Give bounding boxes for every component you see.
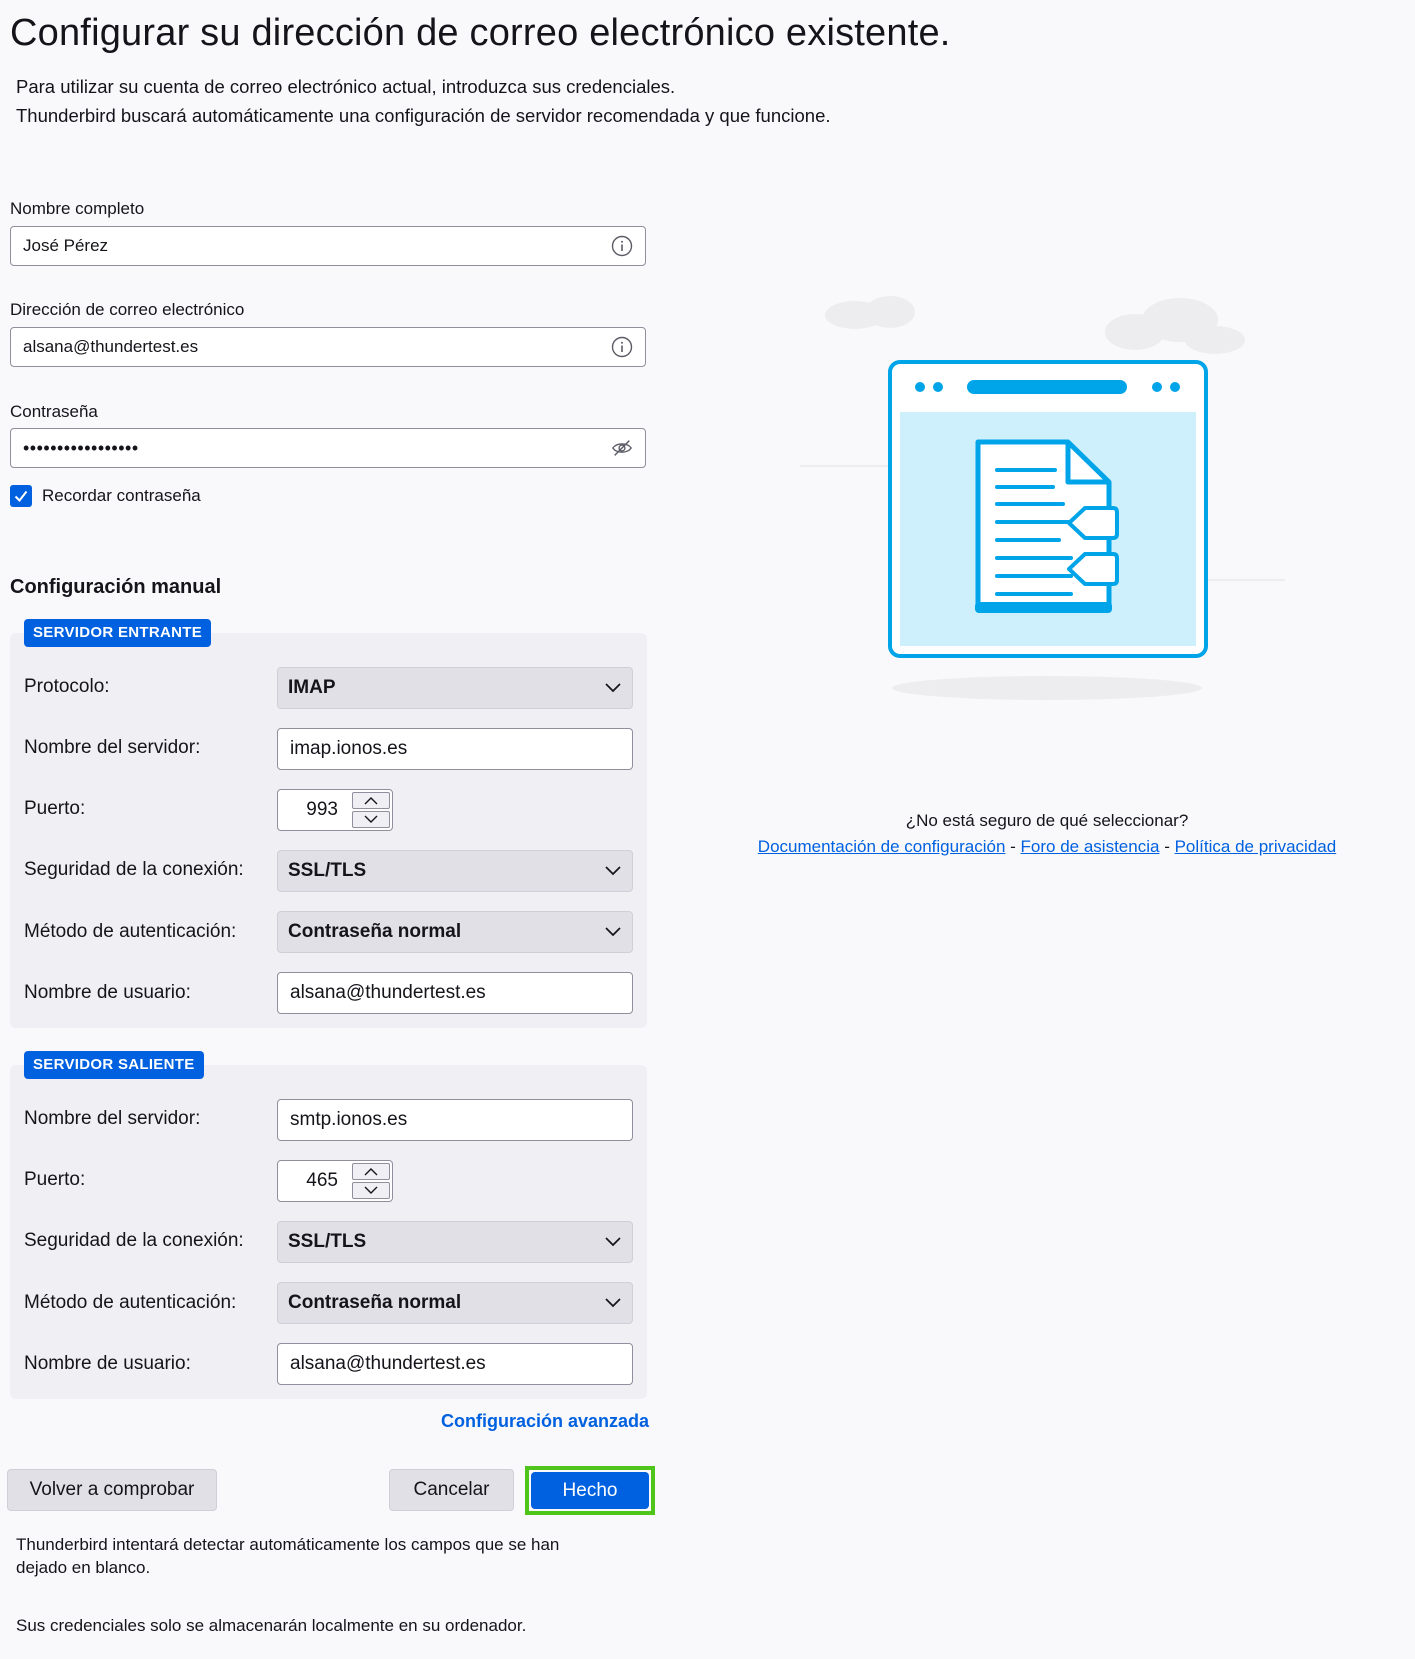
- chevron-up-icon[interactable]: [352, 1163, 390, 1180]
- incoming-server-badge: SERVIDOR ENTRANTE: [24, 619, 212, 647]
- password-label: Contraseña: [10, 402, 98, 421]
- intro-text: Para utilizar su cuenta de correo electr…: [16, 72, 831, 130]
- privacy-policy-link[interactable]: Política de privacidad: [1175, 837, 1337, 856]
- outgoing-auth-value: Contraseña normal: [288, 1292, 462, 1313]
- done-button[interactable]: Hecho: [531, 1472, 649, 1509]
- separator: -: [1164, 837, 1170, 856]
- incoming-username-input[interactable]: alsana@thundertest.es: [277, 972, 633, 1014]
- remember-password-checkbox[interactable]: Recordar contraseña: [10, 485, 201, 507]
- page-title: Configurar su dirección de correo electr…: [10, 12, 951, 54]
- remember-password-label: Recordar contraseña: [42, 486, 201, 505]
- outgoing-server-badge: SERVIDOR SALIENTE: [24, 1051, 204, 1079]
- intro-line-2: Thunderbird buscará automáticamente una …: [16, 105, 831, 126]
- email-field[interactable]: alsana@thundertest.es: [10, 327, 646, 367]
- local-storage-note: Sus credenciales solo se almacenarán loc…: [16, 1616, 527, 1635]
- chevron-down-icon[interactable]: [352, 1182, 390, 1199]
- help-links: Documentación de configuración - Foro de…: [747, 837, 1347, 857]
- incoming-username-label: Nombre de usuario:: [24, 982, 191, 1003]
- info-icon[interactable]: [611, 336, 633, 358]
- incoming-security-label: Seguridad de la conexión:: [24, 859, 244, 880]
- autodetect-note-line-2: dejado en blanco.: [16, 1558, 151, 1577]
- outgoing-security-label: Seguridad de la conexión:: [24, 1230, 244, 1251]
- outgoing-security-select[interactable]: SSL/TLS: [277, 1221, 633, 1263]
- autodetect-note: Thunderbird intentará detectar automátic…: [16, 1533, 559, 1579]
- eye-slash-icon[interactable]: [611, 437, 633, 459]
- full-name-field[interactable]: José Pérez: [10, 226, 646, 266]
- incoming-port-label: Puerto:: [24, 798, 86, 819]
- incoming-port-value: 993: [306, 799, 338, 820]
- outgoing-port-stepper[interactable]: 465: [277, 1160, 393, 1202]
- full-name-value: José Pérez: [23, 236, 109, 255]
- support-forum-link[interactable]: Foro de asistencia: [1021, 837, 1160, 856]
- checkmark-icon[interactable]: [10, 485, 32, 507]
- outgoing-auth-label: Método de autenticación:: [24, 1292, 237, 1313]
- setup-docs-link[interactable]: Documentación de configuración: [758, 837, 1006, 856]
- password-field[interactable]: •••••••••••••••••: [10, 428, 646, 468]
- outgoing-port-value: 465: [306, 1170, 338, 1191]
- chevron-down-icon: [604, 860, 622, 882]
- protocol-value: IMAP: [288, 677, 336, 698]
- cancel-button[interactable]: Cancelar: [389, 1469, 514, 1511]
- outgoing-server-name-label: Nombre del servidor:: [24, 1108, 201, 1129]
- incoming-server-name-input[interactable]: imap.ionos.es: [277, 728, 633, 770]
- incoming-server-name-label: Nombre del servidor:: [24, 737, 201, 758]
- incoming-auth-label: Método de autenticación:: [24, 921, 237, 942]
- intro-line-1: Para utilizar su cuenta de correo electr…: [16, 76, 676, 97]
- separator: -: [1010, 837, 1016, 856]
- manual-config-title: Configuración manual: [10, 576, 222, 598]
- chevron-up-icon[interactable]: [352, 792, 390, 809]
- retest-button[interactable]: Volver a comprobar: [7, 1469, 217, 1511]
- help-question: ¿No está seguro de qué seleccionar?: [905, 811, 1189, 830]
- outgoing-username-input[interactable]: alsana@thundertest.es: [277, 1343, 633, 1385]
- email-value: alsana@thundertest.es: [23, 337, 199, 356]
- outgoing-username-value: alsana@thundertest.es: [290, 1353, 486, 1374]
- chevron-down-icon: [604, 1231, 622, 1253]
- outgoing-server-name-value: smtp.ionos.es: [290, 1109, 408, 1130]
- autodetect-note-line-1: Thunderbird intentará detectar automátic…: [16, 1535, 560, 1554]
- chevron-down-icon[interactable]: [352, 811, 390, 828]
- outgoing-security-value: SSL/TLS: [288, 1231, 367, 1252]
- chevron-down-icon: [604, 677, 622, 699]
- incoming-port-stepper[interactable]: 993: [277, 789, 393, 831]
- advanced-config-link[interactable]: Configuración avanzada: [441, 1411, 649, 1432]
- protocol-select[interactable]: IMAP: [277, 667, 633, 709]
- incoming-username-value: alsana@thundertest.es: [290, 982, 486, 1003]
- incoming-security-select[interactable]: SSL/TLS: [277, 850, 633, 892]
- chevron-down-icon: [604, 1292, 622, 1314]
- full-name-label: Nombre completo: [10, 199, 145, 218]
- outgoing-auth-select[interactable]: Contraseña normal: [277, 1282, 633, 1324]
- outgoing-username-label: Nombre de usuario:: [24, 1353, 191, 1374]
- chevron-down-icon: [604, 921, 622, 943]
- email-label: Dirección de correo electrónico: [10, 300, 245, 319]
- info-icon[interactable]: [611, 235, 633, 257]
- incoming-auth-value: Contraseña normal: [288, 921, 462, 942]
- outgoing-port-label: Puerto:: [24, 1169, 86, 1190]
- incoming-auth-select[interactable]: Contraseña normal: [277, 911, 633, 953]
- protocol-label: Protocolo:: [24, 676, 110, 697]
- password-value: •••••••••••••••••: [23, 437, 139, 458]
- incoming-security-value: SSL/TLS: [288, 860, 367, 881]
- incoming-server-name-value: imap.ionos.es: [290, 738, 408, 759]
- document-illustration: [800, 296, 1285, 700]
- outgoing-server-name-input[interactable]: smtp.ionos.es: [277, 1099, 633, 1141]
